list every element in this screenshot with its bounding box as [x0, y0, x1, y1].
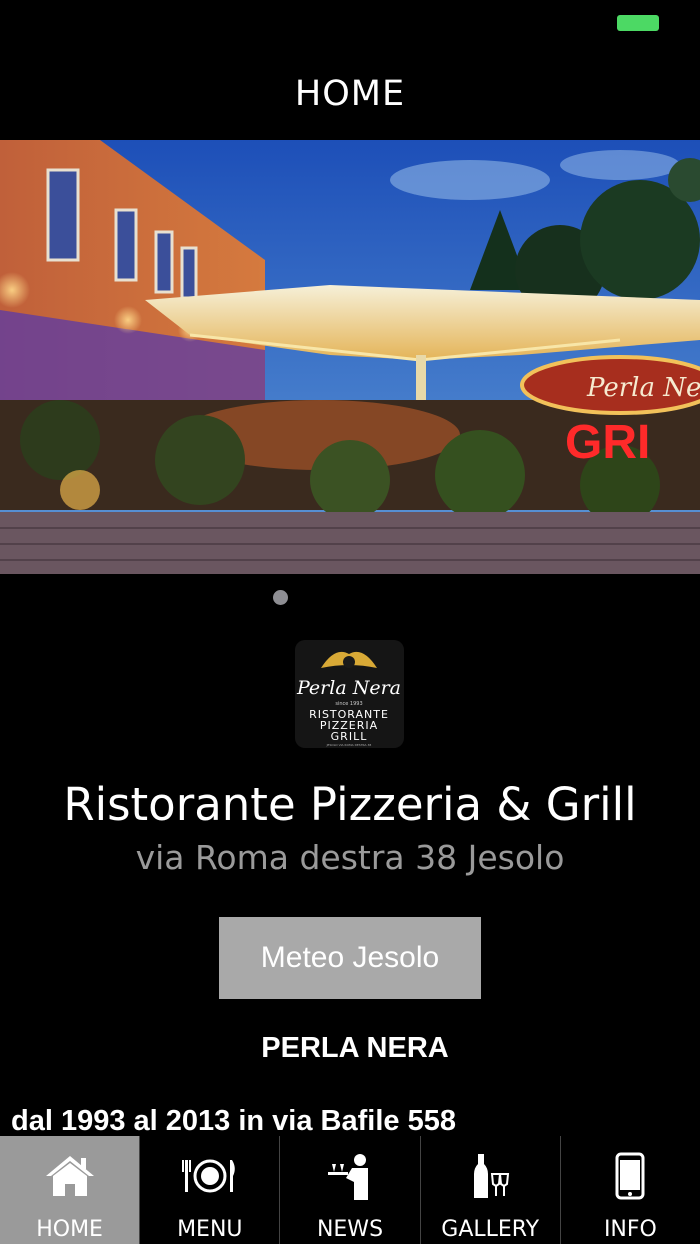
logo-line3: GRILL: [331, 730, 368, 743]
tab-info[interactable]: INFO: [559, 1136, 700, 1244]
restaurant-logo: Perla Nera since 1993 RISTORANTE PIZZERI…: [295, 640, 404, 748]
logo-name: Perla Nera: [296, 677, 401, 699]
battery-icon: [617, 15, 659, 31]
history-text: dal 1993 al 2013 in via Bafile 558: [11, 1105, 456, 1137]
tab-gallery-label: GALLERY: [441, 1217, 540, 1242]
logo-since: since 1993: [335, 701, 362, 707]
wine-icon: [460, 1152, 520, 1200]
home-icon: [40, 1152, 100, 1200]
grill-sign-text: GRI: [565, 416, 650, 469]
page-title: HOME: [294, 74, 406, 114]
sign-text: Perla Ne: [586, 373, 700, 403]
hero-image[interactable]: Perla Ne GRI: [0, 140, 700, 574]
tab-info-label: INFO: [603, 1217, 657, 1242]
tab-news-label: NEWS: [316, 1217, 384, 1242]
section-heading: PERLA NERA: [261, 1032, 449, 1064]
tab-menu[interactable]: MENU: [139, 1136, 279, 1244]
phone-icon: [600, 1152, 660, 1200]
plate-icon: [180, 1152, 240, 1200]
tab-news[interactable]: NEWS: [279, 1136, 419, 1244]
restaurant-address: via Roma destra 38 Jesolo: [135, 838, 565, 877]
waiter-icon: [320, 1152, 380, 1200]
restaurant-photo: Perla Ne GRI: [0, 140, 700, 574]
logo-address: JESOLO VIA ROMA DESTRA 38: [326, 743, 372, 747]
tab-home[interactable]: HOME: [0, 1136, 140, 1244]
tab-menu-label: MENU: [177, 1217, 243, 1242]
nav-bar: HOME: [0, 48, 700, 140]
meteo-button[interactable]: Meteo Jesolo: [219, 917, 481, 999]
status-bar: [0, 0, 700, 48]
tab-bar: HOME MENU NEWS GALLERY INFO: [0, 1136, 700, 1244]
tab-home-label: HOME: [36, 1217, 103, 1242]
tab-gallery[interactable]: GALLERY: [419, 1136, 560, 1244]
restaurant-title: Ristorante Pizzeria & Grill: [63, 778, 637, 831]
page-indicator-dot[interactable]: [273, 590, 288, 605]
